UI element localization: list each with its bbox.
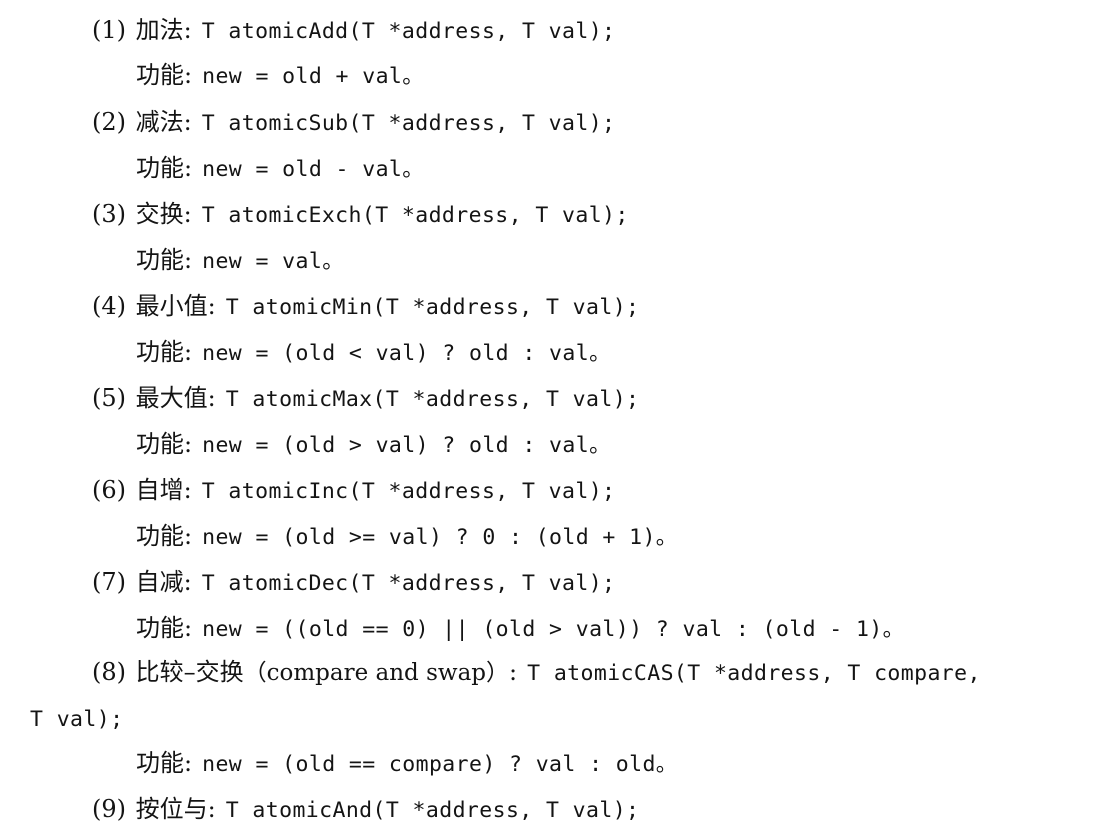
function-signature: T atomicInc(T *address, T val); [201,479,616,504]
item-number: (5) [92,384,126,412]
item-number: (9) [92,795,126,823]
item-colon: : [183,476,192,504]
item-8-description: 功能: new = (old == compare) ? val : old。 [136,748,678,780]
item-number: (3) [92,200,126,228]
item-colon: : [207,292,216,320]
item-label: 减法 [135,108,184,136]
item-1-heading: (1) 加法: T atomicAdd(T *address, T val); [92,15,615,47]
item-number: (2) [92,108,126,136]
item-colon: : [207,384,216,412]
item-label: 按位与 [135,795,208,823]
item-5-heading: (5) 最大值: T atomicMax(T *address, T val); [92,383,639,415]
function-signature: T atomicSub(T *address, T val); [201,111,616,136]
description-formula: new = ((old == 0) || (old > val)) ? val … [202,617,905,642]
function-signature: T atomicMax(T *address, T val); [225,387,640,412]
item-6-heading: (6) 自增: T atomicInc(T *address, T val); [92,475,615,507]
description-colon: : [184,154,193,182]
description-formula: new = (old == compare) ? val : old。 [202,752,678,777]
description-label: 功能 [136,154,184,182]
item-colon: : [207,795,216,823]
description-colon: : [184,61,193,89]
item-colon: : [183,200,192,228]
description-colon: : [184,338,193,366]
item-1-description: 功能: new = old + val。 [136,60,424,92]
function-signature: T atomicMin(T *address, T val); [225,295,640,320]
description-colon: : [184,522,193,550]
item-4-heading: (4) 最小值: T atomicMin(T *address, T val); [92,291,639,323]
description-label: 功能 [136,61,184,89]
item-number: (6) [92,476,126,504]
description-formula: new = (old < val) ? old : val。 [202,341,611,366]
item-2-description: 功能: new = old - val。 [136,153,424,185]
description-colon: : [184,614,193,642]
item-label: 最小值 [135,292,208,320]
description-formula: new = (old > val) ? old : val。 [202,433,611,458]
item-colon: : [183,16,192,44]
description-colon: : [184,749,193,777]
function-signature: T atomicDec(T *address, T val); [201,571,616,596]
description-label: 功能 [136,430,184,458]
item-3-heading: (3) 交换: T atomicExch(T *address, T val); [92,199,629,231]
function-signature: T atomicCAS(T *address, T compare, [527,661,981,686]
item-8-signature-continuation: T val); [30,703,123,735]
item-colon: : [183,108,192,136]
description-formula: new = old - val。 [202,157,425,182]
item-4-description: 功能: new = (old < val) ? old : val。 [136,337,611,369]
description-formula: new = (old >= val) ? 0 : (old + 1)。 [202,525,678,550]
function-signature: T atomicExch(T *address, T val); [201,203,629,228]
description-label: 功能 [136,246,184,274]
item-number: (8) [92,658,126,686]
item-label: 交换 [135,200,184,228]
item-label: 最大值 [135,384,208,412]
item-label: 加法 [135,16,184,44]
function-signature: T atomicAnd(T *address, T val); [225,798,640,823]
item-label: 自增 [135,476,184,504]
item-5-description: 功能: new = (old > val) ? old : val。 [136,429,611,461]
function-signature-continued: T val); [30,707,124,732]
item-3-description: 功能: new = val。 [136,245,344,277]
description-label: 功能 [136,522,184,550]
item-colon: : [509,658,518,686]
item-2-heading: (2) 减法: T atomicSub(T *address, T val); [92,107,615,139]
function-signature: T atomicAdd(T *address, T val); [201,19,616,44]
item-number: (7) [92,568,126,596]
item-9-heading: (9) 按位与: T atomicAnd(T *address, T val); [92,794,639,826]
item-7-description: 功能: new = ((old == 0) || (old > val)) ? v… [136,613,905,645]
item-number: (4) [92,292,126,320]
item-6-description: 功能: new = (old >= val) ? 0 : (old + 1)。 [136,521,678,553]
description-colon: : [184,430,193,458]
item-label: 自减 [135,568,184,596]
description-label: 功能 [136,749,184,777]
document-page: (1) 加法: T atomicAdd(T *address, T val); 功… [0,0,1116,839]
item-7-heading: (7) 自减: T atomicDec(T *address, T val); [92,567,615,599]
item-8-heading: (8) 比较–交换（compare and swap）: T atomicCAS(… [92,657,981,689]
item-colon: : [183,568,192,596]
description-label: 功能 [136,338,184,366]
description-formula: new = val。 [202,249,345,274]
item-number: (1) [92,16,126,44]
item-label: 比较–交换 [135,658,244,686]
description-colon: : [184,246,193,274]
description-label: 功能 [136,614,184,642]
description-formula: new = old + val。 [202,64,425,89]
item-label-note: （compare and swap） [243,660,510,686]
